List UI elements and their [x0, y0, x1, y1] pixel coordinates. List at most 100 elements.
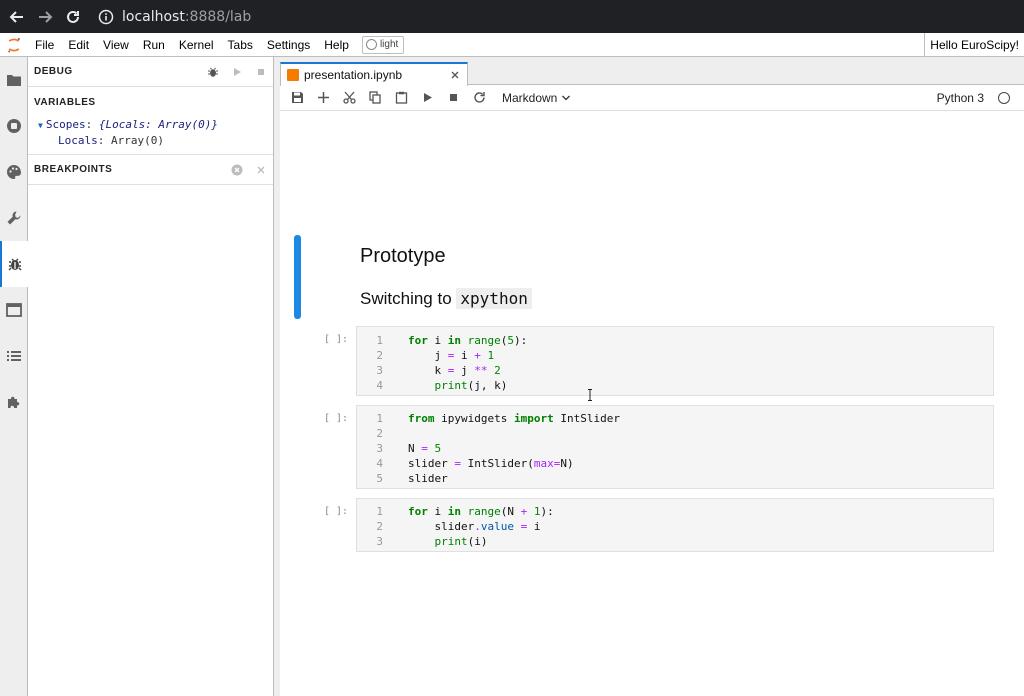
menu-settings[interactable]: Settings	[260, 33, 317, 57]
stop-icon	[258, 68, 264, 75]
input-prompt: [ ]:	[324, 413, 349, 424]
running-sessions-tab[interactable]	[0, 103, 27, 149]
continue-button[interactable]	[225, 62, 249, 82]
restart-button[interactable]	[466, 86, 492, 110]
url-text: localhost:8888/lab	[122, 9, 251, 25]
insert-cell-button[interactable]	[310, 86, 336, 110]
notebook-icon	[287, 69, 299, 81]
property-inspector-tab[interactable]	[0, 195, 27, 241]
copy-icon	[368, 91, 381, 104]
scopes-value: {Locals: Array(0)}	[98, 118, 219, 131]
code-editor[interactable]: 1 for i in range(N + 1): 2 slider.value =…	[356, 498, 994, 552]
menu-kernel[interactable]: Kernel	[172, 33, 221, 57]
subheading-text: Switching to	[360, 289, 452, 308]
cell-type-dropdown[interactable]: Markdown	[502, 91, 571, 105]
commands-tab[interactable]	[0, 149, 27, 195]
subheading-code: xpython	[456, 288, 532, 309]
code-editor[interactable]: 1 for i in range(5): 2 j = i + 1 3 k = j …	[356, 326, 994, 396]
debugger-panel: DEBUG VARIABLES ▼ Scopes: {Locals: Array(…	[28, 57, 274, 696]
tab-presentation[interactable]: presentation.ipynb	[280, 62, 468, 86]
code-editor[interactable]: 1 from ipywidgets import IntSlider 2 3N =…	[356, 405, 994, 489]
close-icon	[257, 166, 265, 173]
stop-circle-icon	[6, 119, 21, 133]
play-icon	[234, 67, 241, 76]
close-icon[interactable]	[449, 69, 461, 81]
forward-button[interactable]	[34, 6, 56, 28]
scopes-row[interactable]: ▼ Scopes: {Locals: Array(0)}	[38, 117, 273, 133]
arrow-left-icon	[9, 10, 23, 23]
reload-icon	[67, 10, 79, 23]
list-icon	[6, 351, 21, 361]
menu-bar: File Edit View Run Kernel Tabs Settings …	[0, 33, 1024, 57]
notebook-toolbar: Markdown	[280, 85, 1024, 111]
back-button[interactable]	[6, 6, 28, 28]
markdown-heading: Prototype	[360, 245, 446, 267]
interrupt-button[interactable]	[440, 86, 466, 110]
breakpoints-title: BREAKPOINTS	[34, 164, 113, 175]
copy-button[interactable]	[362, 86, 388, 110]
play-icon	[423, 93, 432, 102]
input-prompt: [ ]:	[324, 334, 349, 345]
debugger-tab[interactable]	[0, 241, 28, 287]
tabs-list-tab[interactable]	[0, 287, 27, 333]
cell-type-label: Markdown	[502, 90, 558, 105]
browser-toolbar: localhost:8888/lab	[0, 0, 1024, 33]
stop-icon	[449, 94, 457, 101]
window-icon	[5, 303, 22, 317]
menu-tabs[interactable]: Tabs	[221, 33, 260, 57]
remove-all-breakpoints-button[interactable]	[225, 160, 249, 180]
variables-tree: ▼ Scopes: {Locals: Array(0)} Locals: Arra…	[28, 117, 273, 155]
input-prompt: [ ]:	[324, 506, 349, 517]
extension-manager-tab[interactable]	[0, 379, 27, 425]
save-button[interactable]	[284, 86, 310, 110]
menu-run[interactable]: Run	[136, 33, 172, 57]
markdown-cell[interactable]: Prototype Switching to xpython	[280, 235, 1024, 319]
cut-button[interactable]	[336, 86, 362, 110]
paste-icon	[395, 91, 407, 104]
address-bar[interactable]: localhost:8888/lab	[98, 9, 251, 25]
debugger-toggle-button[interactable]	[201, 62, 225, 82]
menu-help[interactable]: Help	[317, 33, 356, 57]
debug-header: DEBUG	[28, 57, 273, 87]
run-button[interactable]	[414, 86, 440, 110]
scissors-icon	[342, 91, 356, 104]
kernel-name[interactable]: Python 3	[937, 85, 984, 111]
theme-toggle-label: light	[379, 39, 399, 50]
scopes-key: Scopes	[45, 118, 86, 131]
url-host: localhost	[122, 8, 185, 25]
wrench-icon	[7, 211, 20, 225]
locals-key: Locals	[58, 134, 98, 147]
url-path: :8888/lab	[184, 8, 252, 25]
menu-file[interactable]: File	[28, 33, 61, 57]
chevron-down-icon	[562, 95, 571, 100]
cell-collapser[interactable]	[294, 235, 301, 319]
close-breakpoints-button[interactable]	[249, 160, 273, 180]
arrow-right-icon	[39, 10, 53, 23]
paste-button[interactable]	[388, 86, 414, 110]
bug-icon	[8, 258, 22, 271]
terminate-button[interactable]	[249, 62, 273, 82]
debug-title: DEBUG	[34, 66, 73, 77]
breakpoints-header: BREAKPOINTS	[28, 155, 273, 185]
save-icon	[291, 92, 303, 103]
reload-button[interactable]	[62, 6, 84, 28]
theme-toggle[interactable]: light	[361, 35, 405, 54]
file-browser-tab[interactable]	[0, 57, 27, 103]
menu-view[interactable]: View	[96, 33, 136, 57]
palette-icon	[6, 165, 21, 179]
jupyter-logo-icon	[0, 33, 28, 57]
plus-icon	[317, 92, 329, 103]
bug-icon	[208, 67, 218, 77]
greeting-text: Hello EuroScipy!	[924, 33, 1024, 57]
toggle-knob-icon	[365, 39, 377, 50]
close-circle-icon	[231, 164, 243, 175]
info-icon[interactable]	[98, 9, 114, 25]
kernel-status-icon	[998, 92, 1010, 104]
menu-edit[interactable]: Edit	[61, 33, 96, 57]
expand-arrow-icon[interactable]: ▼	[38, 121, 43, 130]
text-cursor-icon	[588, 389, 592, 401]
notebook-content: Prototype Switching to xpython [ ]: 1 for…	[280, 111, 1024, 696]
left-sidebar	[0, 57, 28, 696]
locals-row[interactable]: Locals: Array(0)	[38, 133, 273, 148]
table-of-contents-tab[interactable]	[0, 333, 27, 379]
